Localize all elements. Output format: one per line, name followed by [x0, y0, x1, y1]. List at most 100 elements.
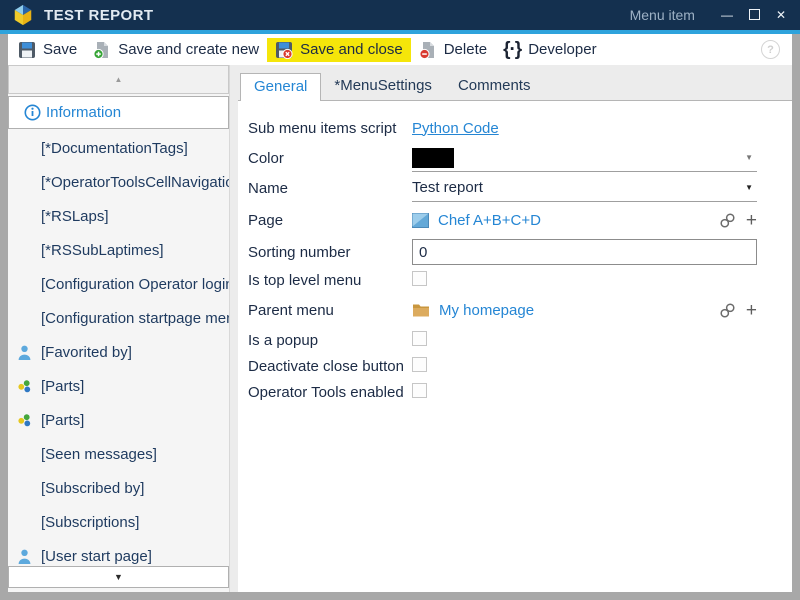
link-icon[interactable]	[719, 302, 736, 319]
sidebar-item-label: [User start page]	[41, 548, 152, 565]
row-is-a-popup: Is a popup	[248, 327, 792, 353]
sidebar-item-label: [Favorited by]	[41, 344, 132, 361]
operator-tools-enabled-checkbox[interactable]	[412, 383, 427, 398]
sidebar-scroll-up-button[interactable]: ▲	[8, 65, 229, 94]
toolbar: Save Save and create new	[8, 34, 792, 65]
row-is-top-level-menu: Is top level menu	[248, 267, 792, 293]
sidebar-item-configuration-operator-login[interactable]: [Configuration Operator login	[8, 267, 229, 301]
sidebar-item-favorited-by[interactable]: [Favorited by]	[8, 335, 229, 369]
save-button[interactable]: Save	[10, 38, 85, 62]
sidebar-item-label: [Seen messages]	[41, 446, 157, 463]
title-bar: TEST REPORT Menu item — ✕	[0, 0, 800, 30]
sidebar-item-parts-2[interactable]: [Parts]	[8, 403, 229, 437]
parent-menu-reference[interactable]: My homepage	[412, 302, 534, 319]
add-icon[interactable]: +	[746, 211, 757, 230]
row-name: Name Test report ▼	[248, 173, 792, 203]
sidebar-item-user-start-page[interactable]: [User start page]	[8, 539, 229, 566]
is-a-popup-checkbox[interactable]	[412, 331, 427, 346]
row-sorting-number: Sorting number	[248, 237, 792, 267]
tab-menusettings[interactable]: *MenuSettings	[321, 73, 445, 100]
row-operator-tools-enabled: Operator Tools enabled	[248, 379, 792, 405]
name-dropdown[interactable]: Test report ▼	[412, 175, 757, 202]
chevron-down-icon[interactable]: ▼	[745, 153, 753, 162]
user-icon	[18, 345, 41, 360]
tab-strip: General *MenuSettings Comments	[238, 65, 792, 100]
document-add-icon	[93, 41, 111, 59]
add-icon[interactable]: +	[746, 301, 757, 320]
sidebar-item-label: [Configuration startpage men	[41, 310, 229, 327]
developer-button[interactable]: {·} Developer	[495, 36, 605, 64]
folder-icon	[412, 303, 430, 317]
row-color: Color ▼	[248, 143, 792, 173]
field-label: Deactivate close button	[248, 358, 412, 375]
close-icon[interactable]: ✕	[776, 9, 786, 21]
sidebar-item-label: [*RSSubLaptimes]	[41, 242, 164, 259]
window-controls: — ✕	[721, 9, 786, 22]
sidebar-item-documentationtags[interactable]: [*DocumentationTags]	[8, 131, 229, 165]
chevron-down-icon[interactable]: ▼	[745, 183, 753, 192]
minimize-icon[interactable]: —	[721, 9, 733, 21]
python-code-link[interactable]: Python Code	[412, 120, 499, 137]
code-braces-icon: {·}	[503, 39, 521, 61]
sidebar-item-label: [*DocumentationTags]	[41, 140, 188, 157]
sidebar-list: Information [*DocumentationTags] [*Opera…	[8, 96, 229, 566]
is-top-level-menu-checkbox[interactable]	[412, 271, 427, 286]
help-icon[interactable]: ?	[761, 40, 780, 59]
color-dropdown[interactable]: ▼	[412, 145, 757, 172]
sorting-number-input[interactable]	[412, 239, 757, 265]
save-and-create-new-label: Save and create new	[118, 41, 259, 58]
color-swatch	[412, 148, 454, 168]
sidebar-item-parts-1[interactable]: [Parts]	[8, 369, 229, 403]
tab-general[interactable]: General	[240, 73, 321, 101]
save-label: Save	[43, 41, 77, 58]
sidebar-item-label: [Configuration Operator login	[41, 276, 229, 293]
sidebar-scroll-down-button[interactable]: ▼	[8, 566, 229, 588]
field-label: Sorting number	[248, 244, 412, 261]
sidebar-item-information[interactable]: Information	[8, 96, 229, 129]
parts-icon	[18, 380, 41, 393]
sidebar-item-subscriptions[interactable]: [Subscriptions]	[8, 505, 229, 539]
sidebar-item-label: [Parts]	[41, 412, 84, 429]
context-label: Menu item	[630, 7, 695, 23]
window: TEST REPORT Menu item — ✕ Save	[0, 0, 800, 600]
page-reference[interactable]: Chef A+B+C+D	[412, 212, 541, 229]
save-floppy-icon	[18, 41, 36, 59]
form-panel: Sub menu items script Python Code Color …	[238, 100, 792, 592]
field-label: Operator Tools enabled	[248, 384, 412, 401]
sidebar-item-rslaps[interactable]: [*RSLaps]	[8, 199, 229, 233]
maximize-icon[interactable]	[749, 9, 760, 22]
link-icon[interactable]	[719, 212, 736, 229]
sidebar-item-subscribed-by[interactable]: [Subscribed by]	[8, 471, 229, 505]
user-icon	[18, 549, 41, 564]
sidebar-item-configuration-startpage-menu[interactable]: [Configuration startpage men	[8, 301, 229, 335]
save-and-close-button[interactable]: Save and close	[267, 38, 411, 62]
field-label: Is top level menu	[248, 272, 412, 289]
sidebar-item-rssublaptimes[interactable]: [*RSSubLaptimes]	[8, 233, 229, 267]
field-label: Parent menu	[248, 302, 412, 319]
field-label: Sub menu items script	[248, 120, 412, 137]
window-title: TEST REPORT	[44, 7, 153, 24]
row-parent-menu: Parent menu My homepage	[248, 293, 792, 327]
sidebar-item-seen-messages[interactable]: [Seen messages]	[8, 437, 229, 471]
page-value: Chef A+B+C+D	[438, 212, 541, 229]
main-panel: General *MenuSettings Comments Sub menu …	[238, 65, 792, 592]
deactivate-close-button-checkbox[interactable]	[412, 357, 427, 372]
parts-icon	[18, 414, 41, 427]
sidebar-item-label: Information	[46, 104, 121, 121]
page-thumbnail-icon	[412, 212, 429, 229]
field-label: Is a popup	[248, 332, 412, 349]
sidebar-item-label: [Subscribed by]	[41, 480, 144, 497]
document-remove-icon	[419, 41, 437, 59]
delete-button[interactable]: Delete	[411, 38, 495, 62]
row-deactivate-close-button: Deactivate close button	[248, 353, 792, 379]
parent-menu-value: My homepage	[439, 302, 534, 319]
row-page: Page Chef A+B+C+D	[248, 203, 792, 237]
sidebar-item-label: [*RSLaps]	[41, 208, 109, 225]
sidebar-item-operatortoolscellnavigation[interactable]: [*OperatorToolsCellNavigatio	[8, 165, 229, 199]
field-label: Name	[248, 180, 412, 197]
tab-comments[interactable]: Comments	[445, 73, 544, 100]
save-and-create-new-button[interactable]: Save and create new	[85, 38, 267, 62]
name-value: Test report	[412, 179, 483, 196]
field-label: Color	[248, 150, 412, 167]
sidebar-item-label: [*OperatorToolsCellNavigatio	[41, 174, 229, 191]
